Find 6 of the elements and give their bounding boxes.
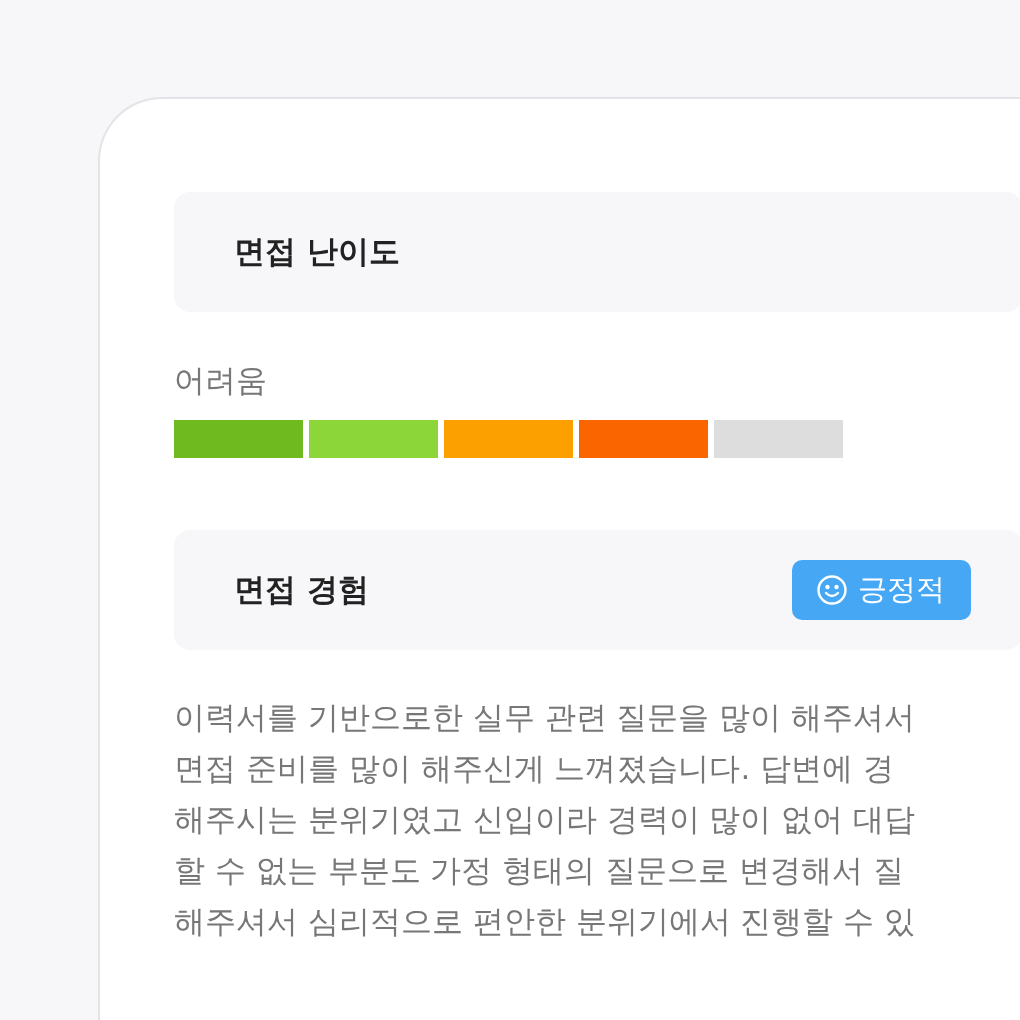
section-title: 면접 경험 [234,570,370,609]
section-title: 면접 난이도 [234,232,401,271]
smiley-icon [816,574,848,606]
sentiment-badge: 긍정적 [792,560,971,620]
difficulty-label: 어려움 [174,361,268,400]
review-text: 이력서를 기반으로한 실무 관련 질문을 많이 해주셔서 면접 준비를 많이 해주신게 느껴졌습니다. 답변에 경 해주시는 분위기였고 신입이라 경력이 많이 없어 대답 할 수 없는 부분도 가정 형태의 질문으로 변경해서 질 해주셔서 심리적으로 편안한 분위기에서 진행할 수 있 [174,698,916,941]
